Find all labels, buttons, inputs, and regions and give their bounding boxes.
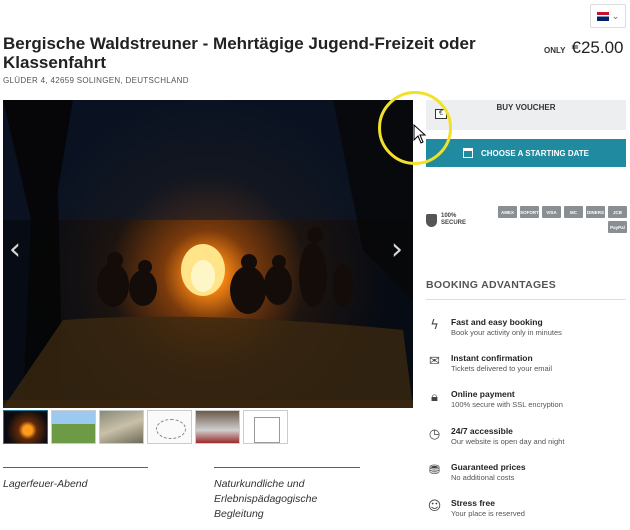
smiley-icon: ☺	[427, 499, 442, 514]
advantage-title: Guaranteed prices	[451, 462, 526, 472]
lightning-icon: ϟ	[430, 318, 439, 333]
calendar-icon	[463, 148, 473, 158]
advantage-item: ✉ Instant confirmation Tickets delivered …	[426, 353, 552, 374]
amex-logo: AMEX	[498, 206, 517, 218]
language-select[interactable]: ⌄	[590, 4, 626, 28]
lock-icon: 🔒︎	[431, 390, 438, 405]
jcb-logo: JCB	[608, 206, 627, 218]
thumbnail-strip	[3, 410, 288, 444]
paypal-logo: PayPal	[608, 221, 627, 233]
advantage-item: ϟ Fast and easy booking Book your activit…	[426, 317, 562, 338]
thumbnail-sketch[interactable]	[147, 410, 192, 444]
ssl-line2: SECURE	[441, 220, 467, 226]
advantage-item: ⛃ Guaranteed prices No additional costs	[426, 462, 526, 483]
advantage-title: Stress free	[451, 498, 495, 508]
thumbnail-meadow[interactable]	[51, 410, 96, 444]
campfire-night-photo	[3, 100, 413, 408]
gallery-next-arrow[interactable]: ›	[391, 230, 403, 270]
envelope-icon: ✉	[429, 354, 440, 369]
advantage-item: ☺ Stress free Your place is reserved	[426, 498, 525, 519]
advantage-desc: Your place is reserved	[451, 509, 525, 518]
thumbnail-worksheet[interactable]	[243, 410, 288, 444]
advantage-item: ◷ 24/7 accessible Our website is open day…	[426, 426, 565, 447]
choose-date-label: CHOOSE A STARTING DATE	[481, 148, 589, 158]
sofort-logo: SOFORT	[520, 206, 539, 218]
advantage-title: Instant confirmation	[451, 353, 533, 363]
advantage-desc: 100% secure with SSL encryption	[451, 400, 563, 409]
price-prefix: ONLY	[544, 46, 566, 55]
thumbnail-rock-wall[interactable]	[99, 410, 144, 444]
advantage-title: Fast and easy booking	[451, 317, 543, 327]
uk-flag-icon	[596, 11, 609, 21]
tab-lagerfeuer[interactable]: Lagerfeuer-Abend	[3, 467, 148, 492]
coins-icon: ⛃	[429, 463, 440, 478]
chevron-down-icon: ⌄	[611, 10, 620, 21]
choose-date-button[interactable]: CHOOSE A STARTING DATE	[426, 139, 626, 167]
mastercard-logo: MC	[564, 206, 583, 218]
main-gallery-image[interactable]: ‹ ›	[3, 100, 413, 408]
ssl-badge: 100% SECURE	[426, 213, 466, 227]
buy-voucher-button[interactable]: BUY VOUCHER	[426, 100, 626, 130]
diners-logo: DINERS	[586, 206, 605, 218]
address: GLÜDER 4, 42659 SOLINGEN, DEUTSCHLAND	[3, 76, 189, 85]
advantage-title: 24/7 accessible	[451, 426, 513, 436]
visa-logo: VISA	[542, 206, 561, 218]
price: ONLY €25.00	[544, 38, 624, 58]
advantage-title: Online payment	[451, 389, 515, 399]
ssl-line1: 100%	[441, 213, 457, 219]
clock-icon: ◷	[428, 427, 441, 442]
mouse-cursor-icon	[413, 124, 427, 144]
booking-advantages-heading: BOOKING ADVANTAGES	[426, 279, 626, 300]
page-title: Bergische Waldstreuner - Mehrtägige Juge…	[3, 34, 476, 72]
gallery-prev-arrow[interactable]: ‹	[9, 230, 21, 270]
advantage-desc: No additional costs	[451, 473, 515, 482]
payment-methods: AMEX SOFORT VISA MC DINERS JCB PayPal	[493, 206, 627, 233]
price-amount: €25.00	[571, 38, 624, 57]
advantage-desc: Our website is open day and night	[451, 437, 565, 446]
advantage-desc: Book your activity only in minutes	[451, 328, 562, 337]
thumbnail-group-photo[interactable]	[195, 410, 240, 444]
tab-naturkundliche[interactable]: Naturkundliche und Erlebnispädagogische …	[214, 467, 360, 522]
advantage-item: 🔒︎ Online payment 100% secure with SSL en…	[426, 389, 563, 410]
shield-icon	[426, 213, 437, 227]
thumbnail-campfire[interactable]	[3, 410, 48, 444]
advantage-desc: Tickets delivered to your email	[451, 364, 553, 373]
